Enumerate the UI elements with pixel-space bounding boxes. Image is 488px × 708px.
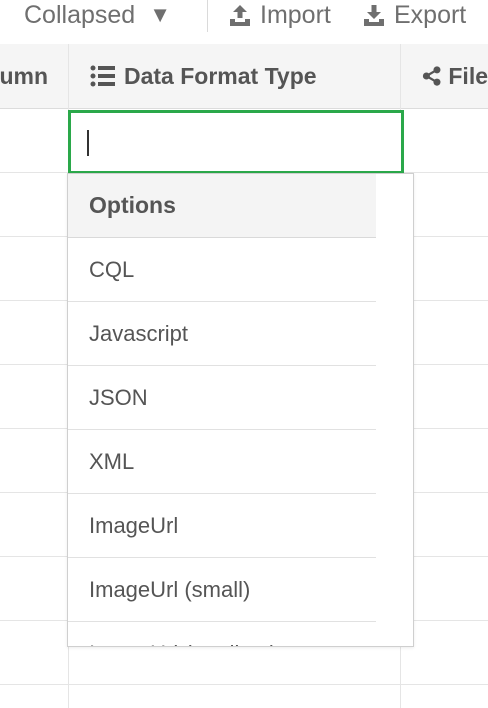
upload-icon bbox=[230, 5, 250, 26]
option-imageurl[interactable]: ImageUrl bbox=[68, 494, 376, 558]
option-imageurl-medium[interactable]: ImageUrl (medium) bbox=[68, 622, 376, 646]
grid-header-row: umn Data Format Type File bbox=[0, 44, 488, 109]
toolbar: Collapsed ▼ Import Export bbox=[0, 0, 488, 45]
share-icon bbox=[422, 66, 441, 86]
download-icon bbox=[364, 5, 384, 26]
option-imageurl-small[interactable]: ImageUrl (small) bbox=[68, 558, 376, 622]
dropdown-header: Options bbox=[68, 174, 376, 238]
column-header-label: Data Format Type bbox=[124, 62, 317, 89]
caret-down-icon: ▼ bbox=[149, 2, 171, 27]
options-dropdown: Options CQL Javascript JSON XML ImageUrl… bbox=[67, 173, 414, 647]
option-json[interactable]: JSON bbox=[68, 366, 376, 430]
data-format-type-input[interactable] bbox=[68, 110, 404, 174]
list-icon bbox=[90, 65, 115, 87]
toolbar-divider bbox=[207, 0, 208, 32]
import-label: Import bbox=[260, 0, 331, 29]
option-javascript[interactable]: Javascript bbox=[68, 302, 376, 366]
column-header-prev-label: umn bbox=[0, 62, 48, 89]
column-header-data-format-type[interactable]: Data Format Type bbox=[90, 44, 400, 108]
option-xml[interactable]: XML bbox=[68, 430, 376, 494]
column-header-file-label: File bbox=[448, 62, 488, 89]
export-button[interactable]: Export bbox=[362, 0, 466, 30]
row-divider bbox=[0, 684, 488, 685]
option-cql[interactable]: CQL bbox=[68, 238, 376, 302]
collapsed-dropdown[interactable]: Collapsed ▼ bbox=[24, 0, 171, 30]
import-button[interactable]: Import bbox=[228, 0, 331, 30]
collapsed-label: Collapsed bbox=[24, 0, 136, 29]
column-header-file[interactable]: File bbox=[422, 44, 488, 108]
text-cursor bbox=[87, 130, 89, 156]
export-label: Export bbox=[394, 0, 467, 29]
column-header-prev[interactable]: umn bbox=[0, 44, 68, 108]
